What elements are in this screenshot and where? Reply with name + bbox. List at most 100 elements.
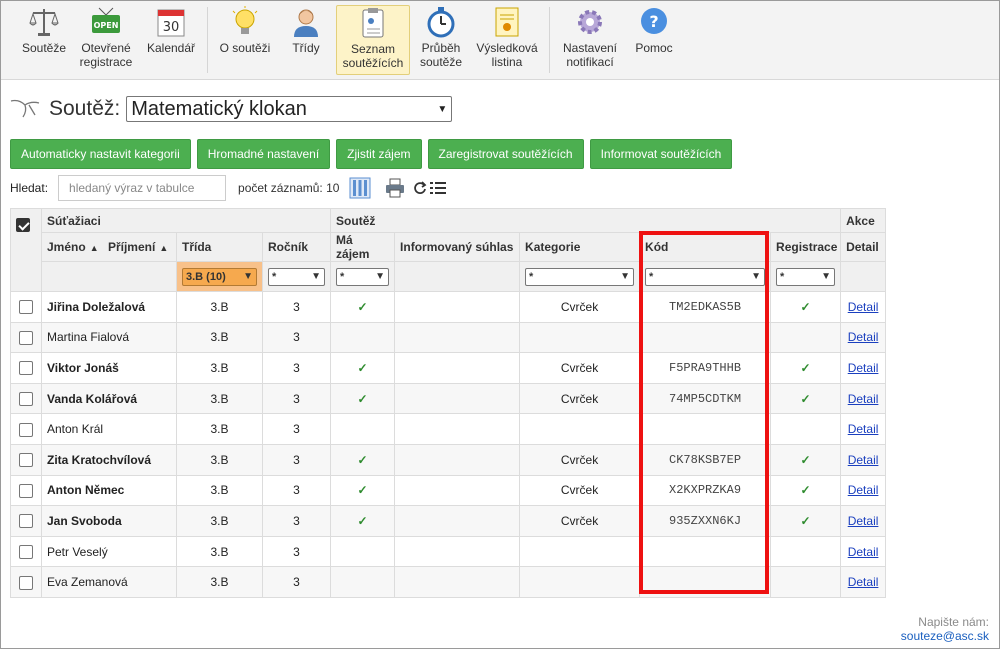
toolbar-divider (207, 7, 208, 73)
cell-category (519, 413, 641, 445)
row-select-cell (10, 352, 42, 384)
detail-link[interactable]: Detail (848, 545, 879, 559)
row-checkbox[interactable] (19, 575, 33, 590)
row-select-cell (10, 291, 42, 323)
chevron-down-icon: ▼ (437, 103, 448, 115)
detail-link[interactable]: Detail (848, 361, 879, 375)
row-checkbox[interactable] (19, 330, 33, 345)
toolbar-nastaveni-notifikaci[interactable]: Nastavení notifikací (557, 5, 623, 75)
interest-filter-select[interactable]: * ▼ (336, 267, 390, 286)
table-row: Zita Kratochvílová 3.B 3 ✓ Cvrček CK78KSB7EP ✓… (10, 443, 887, 476)
clipboard-icon (356, 6, 390, 40)
column-name[interactable]: Jméno ▲ Příjmení ▲ (41, 232, 177, 262)
toolbar-seznam-soutezicich[interactable]: Seznam soutěžících (336, 5, 410, 75)
register-participants-button[interactable]: Zaregistrovat soutěžících (427, 139, 584, 169)
search-input[interactable]: hledaný výraz v tabulce (58, 175, 227, 201)
cell-class: 3.B (176, 566, 263, 598)
detail-link[interactable]: Detail (848, 422, 879, 436)
column-year[interactable]: Ročník (261, 232, 332, 262)
cell-year: 3 (261, 566, 332, 598)
row-checkbox[interactable] (19, 453, 33, 468)
column-registration[interactable]: Registrace (770, 232, 842, 262)
bulk-settings-button[interactable]: Hromadné nastavení (196, 139, 331, 169)
cell-year: 3 (261, 413, 332, 445)
list-icon[interactable] (430, 181, 447, 195)
filter-category-cell: * ▼ (519, 261, 641, 292)
year-filter-select[interactable]: * ▼ (268, 267, 326, 286)
column-surname-label[interactable]: Příjmení (108, 240, 155, 254)
detail-link[interactable]: Detail (848, 300, 879, 314)
toolbar-prubeh-souteze[interactable]: Průběh soutěže (415, 5, 467, 75)
svg-text:?: ? (649, 12, 658, 31)
category-filter-select[interactable]: * ▼ (525, 267, 635, 286)
select-all-checkbox[interactable] (16, 217, 30, 232)
toolbar-pomoc[interactable]: ? Pomoc (631, 5, 677, 75)
interest-filter-value: * (340, 270, 345, 283)
row-checkbox[interactable] (19, 361, 33, 376)
detail-link[interactable]: Detail (848, 483, 879, 497)
column-category[interactable]: Kategorie (519, 232, 641, 262)
toolbar-tridy[interactable]: Třídy (283, 5, 329, 75)
record-count: počet záznamů: 10 (238, 181, 340, 195)
toolbar-label: Výsledková listina (476, 41, 538, 69)
auto-category-button[interactable]: Automaticky nastavit kategorii (10, 139, 191, 169)
print-icon[interactable] (385, 178, 405, 198)
detail-link[interactable]: Detail (848, 453, 879, 467)
check-interest-button[interactable]: Zjistit zájem (336, 139, 422, 169)
cell-interest: ✓ (330, 474, 396, 507)
code-filter-select[interactable]: * ▼ (645, 267, 766, 286)
detail-link[interactable]: Detail (848, 575, 879, 589)
refresh-icon[interactable] (413, 181, 427, 195)
category-filter-value: * (529, 270, 534, 283)
column-code[interactable]: Kód (639, 232, 772, 262)
detail-link[interactable]: Detail (848, 392, 879, 406)
columns-icon[interactable] (349, 177, 371, 199)
class-filter-select[interactable]: 3.B (10) ▼ (182, 267, 257, 286)
toolbar-label: Třídy (292, 41, 320, 55)
footer-email-link[interactable]: souteze@asc.sk (901, 629, 989, 643)
cell-code: 935ZXXN6KJ (639, 505, 772, 537)
row-checkbox[interactable] (19, 391, 33, 406)
table-row: Martina Fialová 3.B 3 Detail (10, 321, 887, 354)
competition-select[interactable]: Matematický klokan ▼ (126, 96, 453, 122)
registration-filter-select[interactable]: * ▼ (776, 267, 836, 286)
toolbar-otevrene-registrace[interactable]: OPEN Otevřené registrace (77, 5, 135, 75)
detail-link[interactable]: Detail (848, 514, 879, 528)
cell-year: 3 (261, 352, 332, 384)
cell-consent (394, 321, 521, 354)
filter-registration-cell: * ▼ (770, 261, 842, 292)
certificate-icon (490, 5, 524, 39)
row-checkbox[interactable] (19, 422, 33, 437)
detail-link[interactable]: Detail (848, 330, 879, 344)
chevron-down-icon: ▼ (375, 271, 386, 282)
cell-code: TM2EDKAS5B (639, 291, 772, 323)
toolbar-o-soutezi[interactable]: O soutěži (215, 5, 275, 75)
filter-name-cell (41, 261, 177, 292)
cell-code (639, 535, 772, 568)
column-consent[interactable]: Informovaný súhlas (394, 232, 521, 262)
toolbar-vysledkova-listina[interactable]: Výsledková listina (473, 5, 541, 75)
row-checkbox[interactable] (19, 300, 33, 315)
footer: Napište nám: souteze@asc.sk (901, 615, 989, 643)
cell-class: 3.B (176, 443, 263, 476)
table-row: Anton Němec 3.B 3 ✓ Cvrček X2KXPRZKA9 ✓ Detail (10, 474, 887, 507)
inform-participants-button[interactable]: Informovat soutěžících (589, 139, 733, 169)
row-select-cell (10, 474, 42, 507)
cell-name: Vanda Kolářová (41, 382, 177, 415)
filter-detail-cell (840, 261, 887, 292)
cell-consent (394, 474, 521, 507)
cell-interest: ✓ (330, 291, 396, 323)
row-select-cell (10, 443, 42, 476)
cell-category (519, 321, 641, 354)
cell-class: 3.B (176, 321, 263, 354)
toolbar-souteze[interactable]: Soutěže (19, 5, 69, 75)
column-class[interactable]: Třída (176, 232, 263, 262)
row-checkbox[interactable] (19, 483, 33, 498)
row-checkbox[interactable] (19, 514, 33, 529)
column-interest[interactable]: Má zájem (330, 232, 396, 262)
cell-detail: Detail (840, 566, 887, 598)
cell-interest (330, 413, 396, 445)
cell-registration: ✓ (770, 474, 842, 507)
toolbar-kalendar[interactable]: 30 Kalendář (143, 5, 199, 75)
row-checkbox[interactable] (19, 544, 33, 559)
